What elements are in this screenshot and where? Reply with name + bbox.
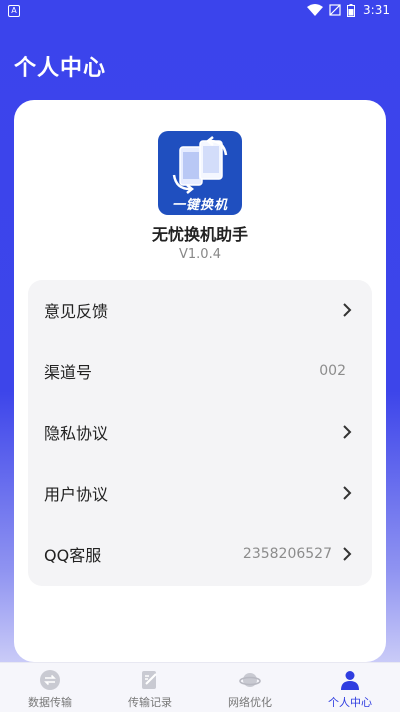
- battery-icon: [347, 3, 356, 17]
- phone-swap-icon: [172, 136, 228, 194]
- settings-menu: 意见反馈 渠道号 002 隐私协议 用户协议 QQ客服 2358206527: [28, 280, 372, 586]
- chevron-right-icon: [343, 486, 352, 500]
- qq-number: 2358206527: [242, 546, 332, 562]
- logo-text: 一键换机: [171, 198, 228, 213]
- menu-item-channel: 渠道号 002: [28, 341, 372, 401]
- tab-label: 传输记录: [128, 696, 172, 709]
- app-name: 无忧换机助手: [151, 225, 248, 244]
- menu-item-feedback[interactable]: 意见反馈: [28, 280, 372, 340]
- no-signal-icon: [329, 4, 341, 16]
- app-logo: 一键换机: [158, 131, 242, 215]
- chevron-right-icon: [343, 425, 352, 439]
- clock: 3:31: [363, 3, 390, 17]
- status-icons: 3:31: [307, 3, 390, 17]
- menu-item-label: QQ客服: [44, 546, 102, 565]
- record-icon: [142, 671, 157, 689]
- channel-number: 002: [319, 363, 346, 379]
- notification-icon: A: [8, 5, 20, 17]
- menu-item-qq-support[interactable]: QQ客服 2358206527: [28, 524, 372, 584]
- chevron-right-icon: [343, 303, 352, 317]
- bottom-tab-bar: 数据传输 传输记录 网络优化 个人中心: [0, 662, 400, 712]
- planet-icon: [239, 673, 261, 687]
- tab-personal-center[interactable]: 个人中心: [300, 663, 400, 712]
- tab-data-transfer[interactable]: 数据传输: [0, 663, 100, 712]
- chevron-right-icon: [343, 547, 352, 561]
- menu-item-label: 用户协议: [44, 485, 109, 504]
- menu-item-label: 隐私协议: [44, 424, 109, 443]
- app-version: V1.0.4: [179, 247, 221, 262]
- transfer-icon: [40, 670, 60, 690]
- page-title: 个人中心: [14, 56, 107, 81]
- status-bar: A 3:31: [0, 0, 400, 24]
- tab-network-optimize[interactable]: 网络优化: [200, 663, 300, 712]
- menu-item-user-agreement[interactable]: 用户协议: [28, 463, 372, 523]
- wifi-icon: [307, 4, 324, 16]
- tab-label: 数据传输: [28, 696, 72, 709]
- tab-label: 个人中心: [328, 696, 372, 709]
- person-icon: [341, 671, 359, 690]
- menu-item-privacy-policy[interactable]: 隐私协议: [28, 402, 372, 462]
- tab-label: 网络优化: [228, 696, 272, 709]
- menu-item-label: 渠道号: [44, 363, 93, 382]
- profile-card: 一键换机 无忧换机助手 V1.0.4 意见反馈 渠道号 002 隐私协议 用户协…: [14, 100, 386, 662]
- tab-transfer-records[interactable]: 传输记录: [100, 663, 200, 712]
- menu-item-label: 意见反馈: [44, 302, 109, 321]
